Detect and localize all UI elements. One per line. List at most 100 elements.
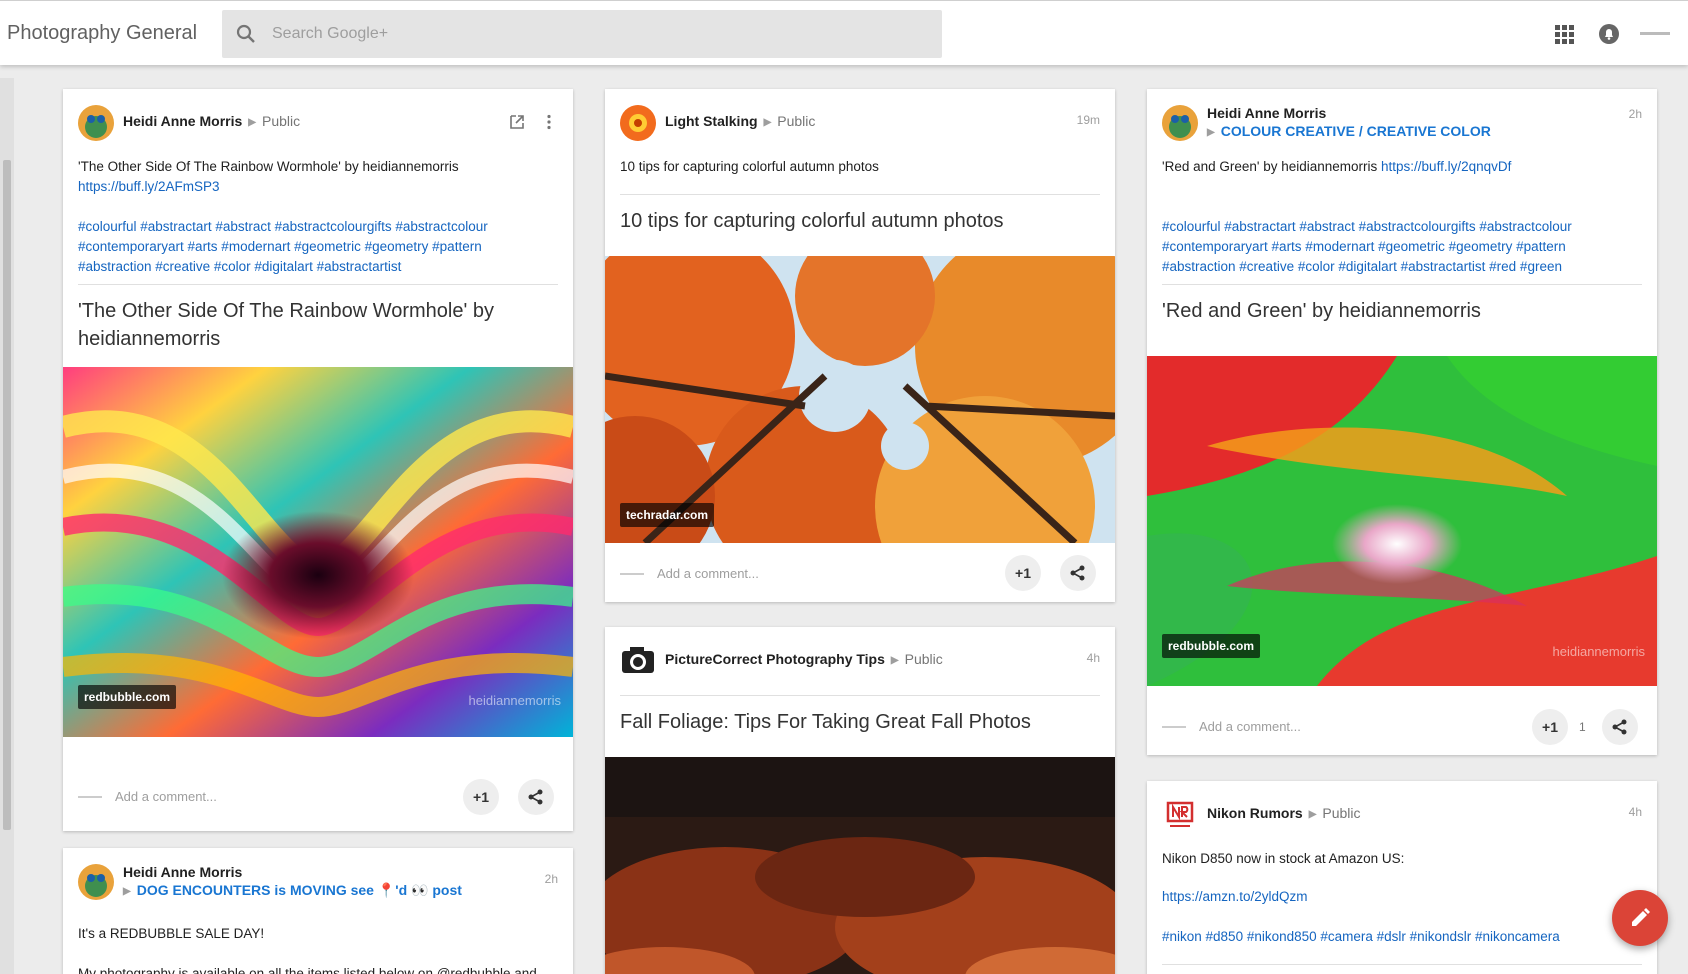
- post-text: 10 tips for capturing colorful autumn ph…: [620, 159, 879, 174]
- post-author[interactable]: Nikon Rumors ▶ Public: [1207, 805, 1361, 821]
- post-time: 2h: [1628, 107, 1642, 121]
- author-avatar[interactable]: [620, 105, 656, 141]
- post-card: Heidi Anne Morris ▶ Public 'The Other Side…: [63, 89, 573, 831]
- divider: [1162, 964, 1642, 965]
- author-avatar[interactable]: [78, 864, 114, 900]
- divider: [78, 284, 558, 285]
- share-button[interactable]: [518, 779, 554, 815]
- nikon-rumors-logo-icon[interactable]: [1162, 797, 1198, 833]
- commenter-avatar: [620, 573, 644, 575]
- post-author[interactable]: Heidi Anne Morris: [123, 864, 242, 880]
- link-preview-title[interactable]: 10 tips for capturing colorful autumn ph…: [620, 207, 1100, 235]
- search-icon[interactable]: [234, 22, 258, 46]
- post-author[interactable]: Light Stalking ▶ Public: [665, 113, 815, 129]
- community-name[interactable]: DOG ENCOUNTERS is MOVING see 📍'd 👀 post: [137, 882, 462, 898]
- post-author[interactable]: PictureCorrect Photography Tips ▶ Public: [665, 651, 943, 667]
- post-time: 2h: [544, 872, 558, 886]
- account-icon[interactable]: [1640, 29, 1670, 39]
- source-badge[interactable]: techradar.com: [620, 503, 715, 527]
- community-name[interactable]: COLOUR CREATIVE / CREATIVE COLOR: [1221, 123, 1491, 139]
- share-button[interactable]: [1602, 709, 1638, 745]
- author-avatar[interactable]: [78, 105, 114, 141]
- post-hashtags[interactable]: #colourful #abstractart #abstract #abstr…: [1162, 217, 1642, 277]
- post-card: PictureCorrect Photography Tips ▶ Public 4…: [605, 627, 1115, 974]
- post-text: 'The Other Side Of The Rainbow Wormhole'…: [78, 157, 558, 197]
- share-icon: [1612, 719, 1627, 735]
- source-badge[interactable]: redbubble.com: [78, 685, 177, 709]
- post-card: Nikon Rumors ▶ Public 4h Nikon D850 now in…: [1147, 781, 1657, 974]
- more-options-icon[interactable]: [540, 113, 558, 131]
- post-image[interactable]: redbubble.com heidiannemorris: [1147, 356, 1657, 686]
- plus-one-count: 1: [1579, 720, 1586, 734]
- arrow-right-icon: ▶: [1308, 809, 1317, 820]
- image-watermark: heidiannemorris: [1552, 644, 1646, 659]
- post-hashtags[interactable]: #nikon #d850 #nikond850 #camera #dslr #n…: [1162, 927, 1642, 947]
- divider: [620, 194, 1100, 195]
- post-text: 'Red and Green' by heidiannemorris https…: [1162, 157, 1642, 177]
- source-badge[interactable]: redbubble.com: [1162, 634, 1261, 658]
- share-icon: [528, 789, 543, 805]
- post-text-line: It's a REDBUBBLE SALE DAY!: [78, 926, 265, 941]
- arrow-right-icon: ▶: [763, 117, 772, 128]
- post-visibility: Public: [904, 651, 943, 667]
- post-link[interactable]: https://amzn.to/2yldQzm: [1162, 887, 1642, 907]
- post-card: Light Stalking ▶ Public 19m 10 tips for ca…: [605, 89, 1115, 602]
- divider: [1162, 284, 1642, 285]
- arrow-right-icon: ▶: [1207, 127, 1215, 138]
- notifications-icon[interactable]: [1598, 23, 1620, 45]
- link-preview-title[interactable]: Fall Foliage: Tips For Taking Great Fall…: [620, 708, 1100, 736]
- post-author[interactable]: Heidi Anne Morris ▶ Public: [123, 113, 300, 129]
- commenter-avatar: [78, 796, 102, 798]
- author-avatar[interactable]: [1162, 105, 1198, 141]
- comment-input[interactable]: Add a comment...: [115, 789, 217, 804]
- share-icon: [1070, 565, 1085, 581]
- post-text-line: 'The Other Side Of The Rainbow Wormhole'…: [78, 159, 459, 174]
- top-bar: Photography General: [0, 0, 1688, 65]
- post-text-line: 'Red and Green' by heidiannemorris: [1162, 159, 1382, 174]
- comment-input[interactable]: Add a comment...: [1199, 719, 1301, 734]
- link-preview-title[interactable]: 'Red and Green' by heidiannemorris: [1162, 297, 1642, 325]
- post-community[interactable]: ▶ COLOUR CREATIVE / CREATIVE COLOR: [1207, 123, 1491, 139]
- share-button[interactable]: [1060, 555, 1096, 591]
- post-time: 4h: [1628, 805, 1642, 819]
- post-visibility: Public: [261, 113, 301, 129]
- comment-input[interactable]: Add a comment...: [657, 566, 759, 581]
- plus-one-button[interactable]: +1: [463, 779, 499, 815]
- post-time: 19m: [1076, 113, 1100, 127]
- post-author[interactable]: Heidi Anne Morris: [1207, 105, 1326, 121]
- post-hashtags[interactable]: #colourful #abstractart #abstract #abstr…: [78, 217, 558, 277]
- arrow-right-icon: ▶: [248, 117, 256, 128]
- plus-one-button[interactable]: +1: [1532, 709, 1568, 745]
- post-card: Heidi Anne Morris ▶ COLOUR CREATIVE / CRE…: [1147, 89, 1657, 755]
- compose-post-button[interactable]: [1612, 890, 1668, 946]
- scrollbar[interactable]: [0, 78, 14, 974]
- scrollbar-thumb[interactable]: [3, 160, 11, 830]
- search-box[interactable]: [222, 10, 942, 58]
- search-input[interactable]: [272, 10, 932, 58]
- post-image[interactable]: [605, 757, 1115, 974]
- plus-one-button[interactable]: +1: [1005, 555, 1041, 591]
- commenter-avatar: [1162, 726, 1186, 728]
- image-watermark: heidiannemorris: [468, 693, 562, 708]
- post-image[interactable]: redbubble.com heidiannemorris: [63, 367, 573, 737]
- edit-pencil-icon: [1632, 908, 1650, 926]
- post-community[interactable]: ▶ DOG ENCOUNTERS is MOVING see 📍'd 👀 post: [123, 882, 462, 899]
- post-time: 4h: [1086, 651, 1100, 665]
- camera-logo-icon[interactable]: [620, 643, 656, 679]
- apps-icon[interactable]: [1553, 23, 1575, 45]
- post-image[interactable]: techradar.com: [605, 256, 1115, 543]
- post-link[interactable]: https://buff.ly/2qnqvDf: [1381, 159, 1511, 174]
- divider: [620, 695, 1100, 696]
- link-preview-title[interactable]: 'The Other Side Of The Rainbow Wormhole'…: [78, 297, 558, 353]
- page-title[interactable]: Photography General: [7, 22, 197, 45]
- arrow-right-icon: ▶: [123, 886, 131, 897]
- post-text: It's a REDBUBBLE SALE DAY! My photograph…: [78, 924, 558, 974]
- post-link[interactable]: https://buff.ly/2AFmSP3: [78, 177, 558, 197]
- post-visibility: Public: [1322, 805, 1361, 821]
- post-visibility: Public: [777, 113, 816, 129]
- open-in-new-icon[interactable]: [508, 113, 526, 131]
- post-card: Heidi Anne Morris ▶ DOG ENCOUNTERS is MOV…: [63, 848, 573, 974]
- post-text-line: Nikon D850 now in stock at Amazon US:: [1162, 851, 1405, 866]
- post-text: Nikon D850 now in stock at Amazon US: ht…: [1162, 849, 1642, 907]
- arrow-right-icon: ▶: [890, 655, 899, 666]
